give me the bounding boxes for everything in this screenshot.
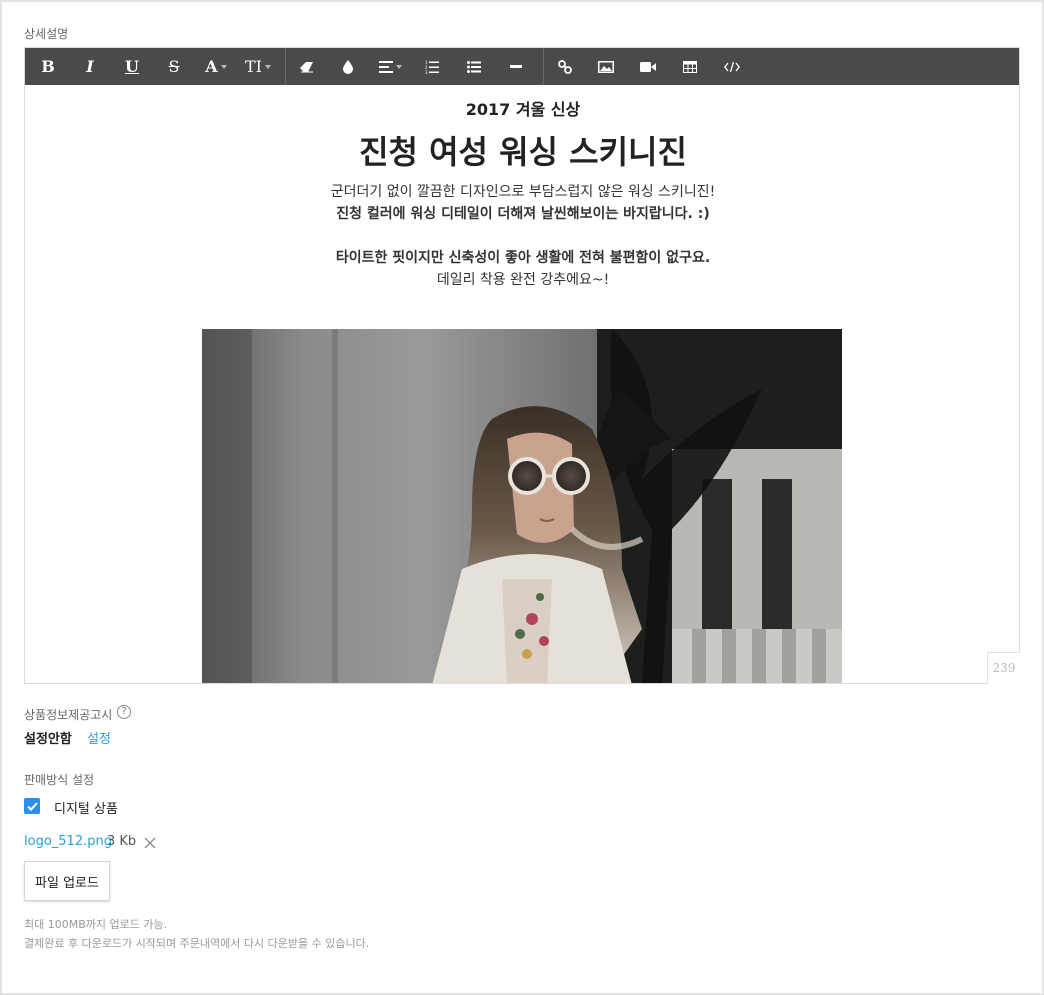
chevron-down-icon xyxy=(395,64,402,69)
content-title: 진청 여성 워싱 스키니진 xyxy=(359,133,687,171)
notice-status: 설정안함 xyxy=(24,732,72,747)
character-counter: 239 xyxy=(987,652,1020,684)
content-line-1: 군더더기 없이 깔끔한 디자인으로 부담스럽지 않은 워싱 스키니진! xyxy=(330,184,716,200)
font-color-button[interactable]: A xyxy=(195,48,237,85)
image-icon xyxy=(598,60,614,73)
underline-icon: U xyxy=(125,57,139,76)
ordered-list-icon: 123 xyxy=(425,60,439,74)
code-icon xyxy=(724,61,740,72)
strikethrough-icon: S xyxy=(168,57,180,76)
chevron-down-icon xyxy=(265,64,271,69)
file-name-link[interactable]: logo_512.png xyxy=(24,834,112,849)
horizontal-rule-button[interactable] xyxy=(495,48,537,85)
link-button[interactable] xyxy=(543,48,585,85)
file-upload-button[interactable]: 파일 업로드 xyxy=(24,861,110,901)
unordered-list-button[interactable] xyxy=(453,48,495,85)
file-size: 3 Kb xyxy=(107,834,137,849)
align-button[interactable] xyxy=(369,48,411,85)
upload-limit-note: 최대 100MB까지 업로드 가능. xyxy=(24,918,168,931)
notice-setting-link[interactable]: 설정 xyxy=(87,728,111,747)
align-icon xyxy=(378,60,393,73)
chevron-down-icon xyxy=(220,64,227,69)
code-view-button[interactable] xyxy=(711,48,753,85)
content-line-2: 진청 컬러에 워싱 디테일이 더해져 날씬해보이는 바지랍니다. :) xyxy=(336,206,710,222)
video-icon xyxy=(640,61,656,72)
check-icon xyxy=(26,801,38,811)
italic-button[interactable]: I xyxy=(69,48,111,85)
editor-content[interactable]: 2017 겨울 신상 진청 여성 워싱 스키니진 군더더기 없이 깔끔한 디자인… xyxy=(25,85,1019,683)
close-icon xyxy=(144,837,156,849)
font-size-button[interactable]: TI xyxy=(237,48,279,85)
image-button[interactable] xyxy=(585,48,627,85)
digital-product-label: 디지털 상품 xyxy=(54,802,118,817)
highlight-button[interactable] xyxy=(327,48,369,85)
download-note: 결제완료 후 다운로드가 시작되며 주문내역에서 다시 다운받을 수 있습니다. xyxy=(24,937,370,950)
digital-product-checkbox[interactable] xyxy=(24,798,40,814)
content-line-4: 데일리 착용 완전 강추에요~! xyxy=(436,272,610,288)
video-button[interactable] xyxy=(627,48,669,85)
content-line-3: 타이트한 핏이지만 신축성이 좋아 생활에 전혀 불편함이 없구요. xyxy=(335,250,711,266)
detail-section-label: 상세설명 xyxy=(24,27,69,41)
unordered-list-icon xyxy=(467,60,481,73)
svg-text:3: 3 xyxy=(425,70,428,74)
strikethrough-button[interactable]: S xyxy=(153,48,195,85)
sales-method-label: 판매방식 설정 xyxy=(24,773,95,787)
bold-button[interactable]: B xyxy=(27,48,69,85)
font-size-icon: TI xyxy=(245,57,262,76)
eraser-icon xyxy=(299,61,313,72)
remove-file-button[interactable] xyxy=(143,835,157,849)
content-subtitle: 2017 겨울 신상 xyxy=(465,100,581,119)
product-photo xyxy=(202,329,842,683)
ordered-list-button[interactable]: 123 xyxy=(411,48,453,85)
underline-button[interactable]: U xyxy=(111,48,153,85)
bold-icon: B xyxy=(41,57,55,76)
editor-toolbar: B I U S A TI 123 xyxy=(25,48,1019,85)
table-icon xyxy=(683,60,697,73)
drop-icon xyxy=(343,59,353,74)
italic-icon: I xyxy=(86,57,94,76)
font-color-icon: A xyxy=(205,57,218,76)
link-icon xyxy=(557,59,572,74)
eraser-button[interactable] xyxy=(285,48,327,85)
table-button[interactable] xyxy=(669,48,711,85)
notice-label: 상품정보제공고시 xyxy=(24,708,113,722)
help-icon[interactable]: ? xyxy=(117,705,131,719)
rich-text-editor[interactable]: B I U S A TI 123 2017 겨울 신상 진청 여성 워싱 스키니… xyxy=(24,47,1020,684)
horizontal-rule-icon xyxy=(510,64,522,68)
